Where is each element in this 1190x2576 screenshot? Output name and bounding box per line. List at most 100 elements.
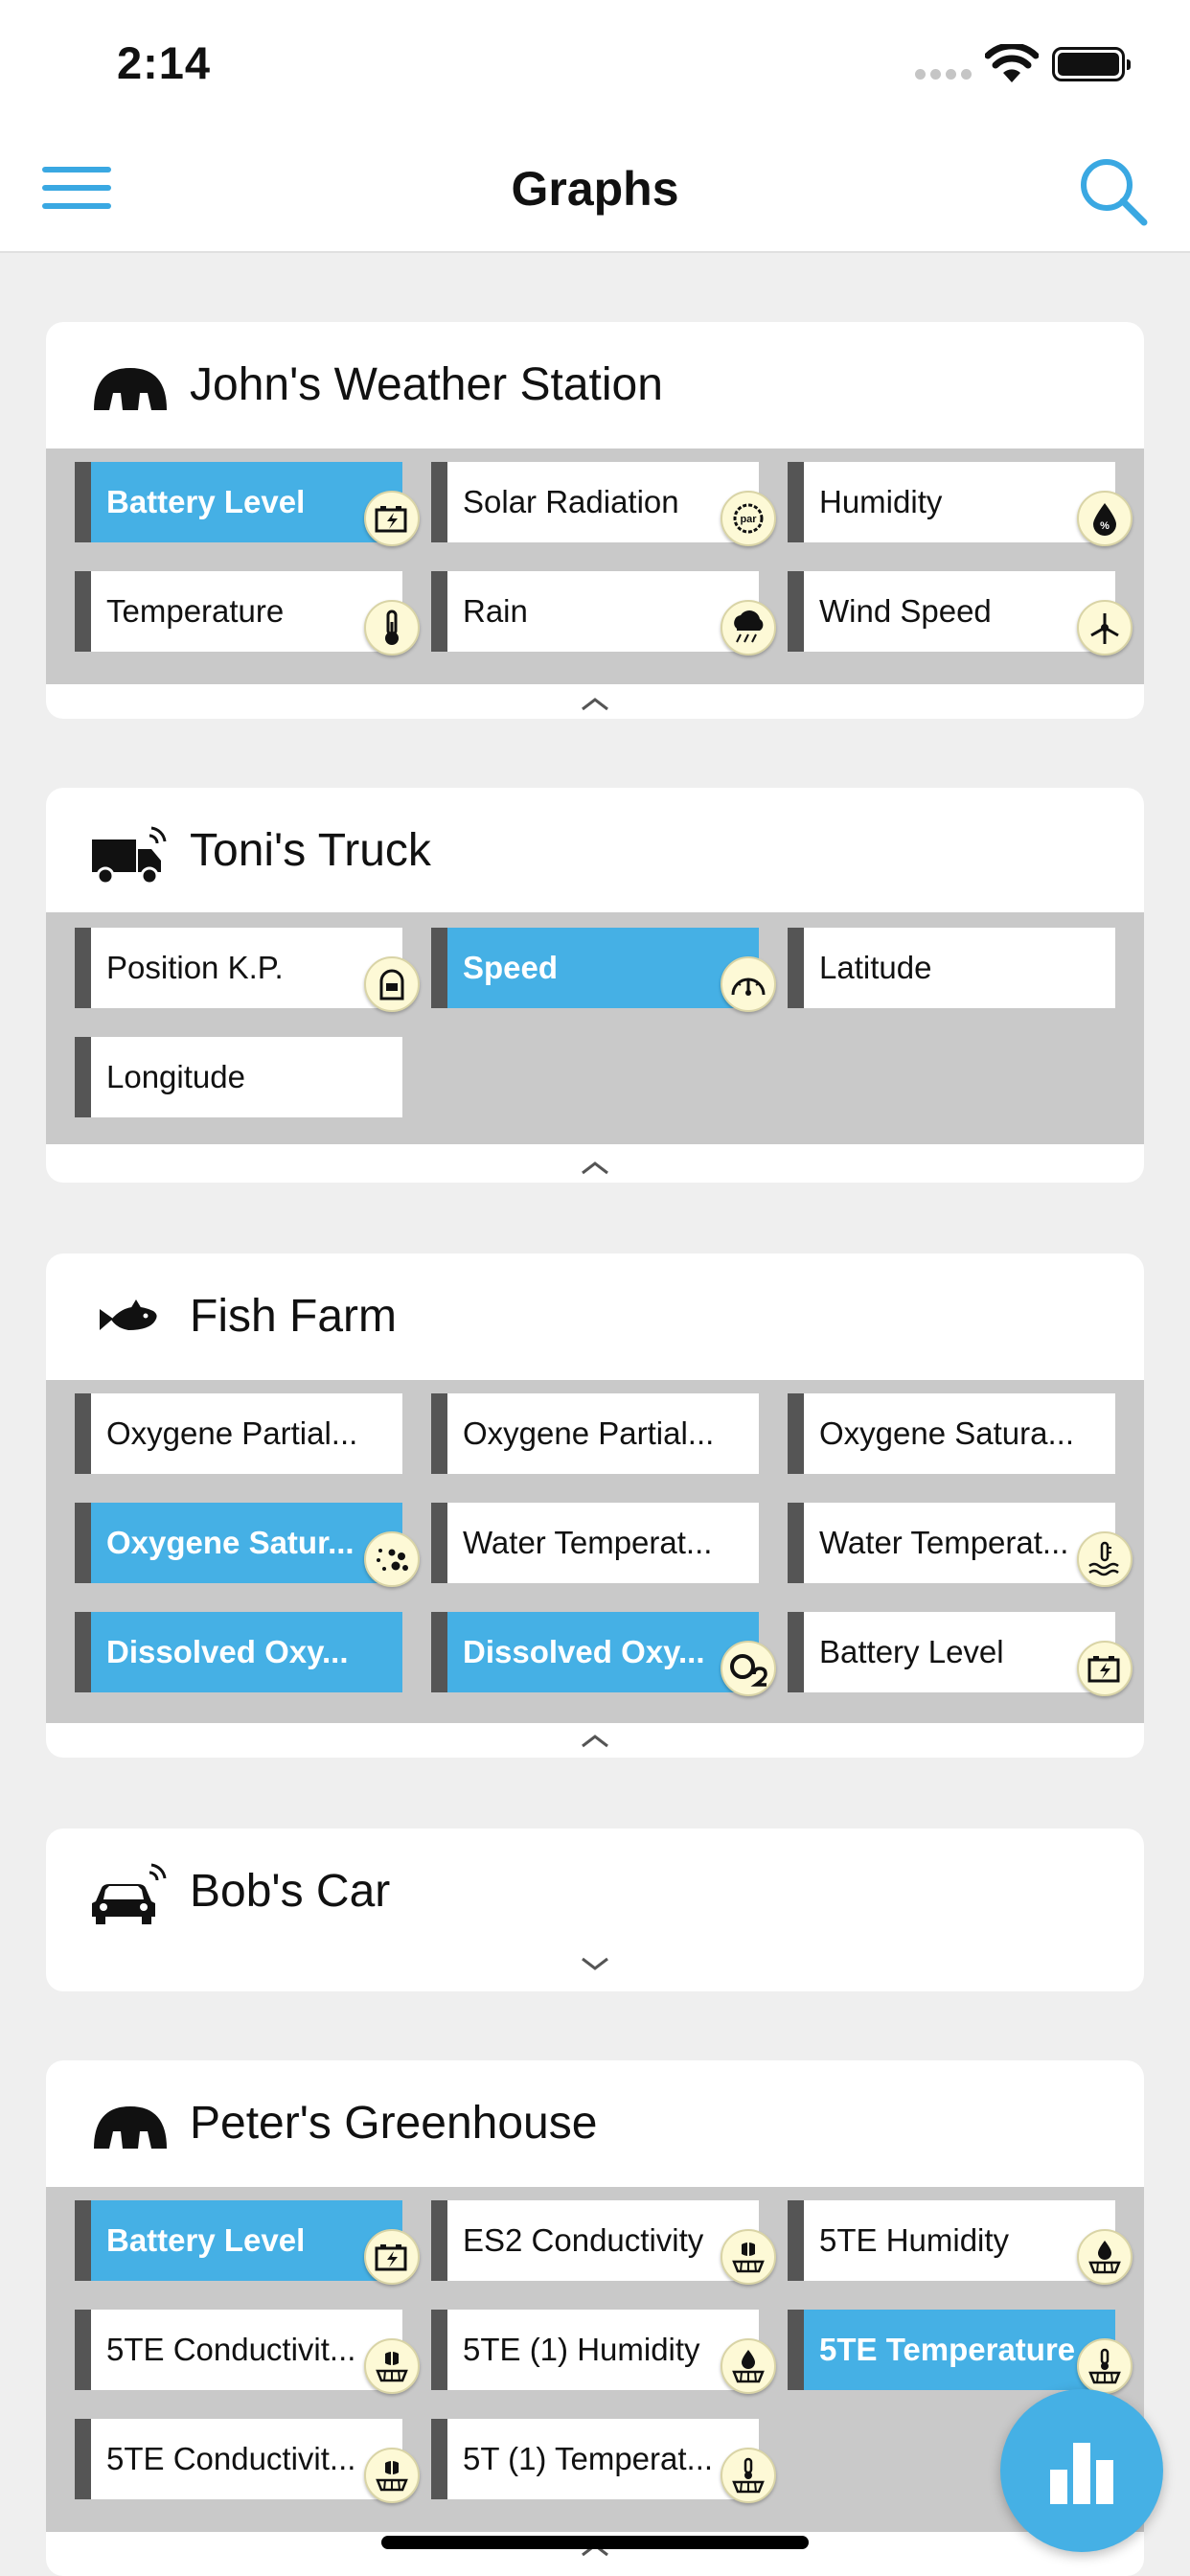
weather-station-icon [94,2106,167,2149]
soil-temperature-icon [721,2448,776,2503]
sensor-label: Battery Level [819,1634,1004,1669]
soil-conductivity-icon [364,2448,420,2503]
device-card: Fish Farm Oxygene Partial... Oxygene Par… [46,1254,1144,1758]
sensor-label: 5TE Temperature [819,2332,1076,2367]
soil-humidity-icon [721,2338,776,2394]
sensor-label: Oxygene Satura... [819,1415,1074,1451]
sensor-tile[interactable]: Position K.P. [75,928,420,1012]
sensor-grid: Oxygene Partial... Oxygene Partial... Ox… [46,1380,1144,1723]
sensor-tile[interactable]: Oxygene Satur... [75,1503,420,1587]
sensor-label: 5TE (1) Humidity [463,2332,700,2367]
sensor-tile[interactable]: Oxygene Partial... [431,1393,759,1474]
collapse-chevron-icon[interactable] [563,1727,627,1754]
sensor-label: 5TE Conductivit... [106,2332,356,2367]
sensor-tile[interactable]: 5T (1) Temperat... [431,2419,776,2503]
battery-status-icon [1052,47,1131,81]
sensor-tile[interactable]: Rain [431,571,776,656]
sensor-label: Latitude [819,950,932,985]
sensor-tile[interactable]: Water Temperat... [788,1503,1133,1587]
device-header[interactable]: Fish Farm [46,1254,1144,1380]
sensor-label: Wind Speed [819,593,992,629]
device-header[interactable]: Peter's Greenhouse [46,2060,1144,2187]
sensor-tile[interactable]: Battery Level [788,1612,1133,1696]
device-header[interactable]: Bob's Car [46,1828,1144,1955]
status-bar: 2:14 [0,0,1190,126]
thermometer-icon [364,600,420,656]
truck-icon [92,826,167,886]
sensor-label: 5T (1) Temperat... [463,2441,714,2476]
svg-text:par: par [740,514,757,525]
sensor-tile[interactable]: ES2 Conductivity [431,2200,776,2285]
sensor-label: ES2 Conductivity [463,2222,704,2258]
device-card: Bob's Car [46,1828,1144,1991]
sensor-tile[interactable]: Dissolved Oxy... [75,1612,402,1692]
page-title: Graphs [511,162,679,216]
sensor-tile[interactable]: Longitude [75,1037,402,1117]
device-header[interactable]: John's Weather Station [46,322,1144,448]
par-icon: par [721,491,776,546]
sensor-label: Longitude [106,1059,245,1094]
sensor-tile[interactable]: Oxygene Partial... [75,1393,402,1474]
bubbles-icon [364,1531,420,1587]
status-time: 2:14 [117,37,212,88]
sensor-label: Solar Radiation [463,484,679,519]
sensor-tile[interactable]: Battery Level [75,462,420,546]
device-card: John's Weather Station Battery Level Sol… [46,322,1144,719]
sensor-label: Rain [463,593,528,629]
sensor-tile[interactable]: 5TE (1) Humidity [431,2310,776,2394]
milestone-icon [364,956,420,1012]
device-card: Peter's Greenhouse Battery Level ES2 Con… [46,2060,1144,2576]
sensor-tile[interactable]: Water Temperat... [431,1503,759,1583]
weather-station-icon [94,368,167,410]
sensor-label: Oxygene Partial... [106,1415,358,1451]
sensor-tile[interactable]: 5TE Humidity [788,2200,1133,2285]
fish-icon [100,1300,157,1330]
device-header[interactable]: Toni's Truck [46,788,1144,914]
graph-fab-button[interactable] [1000,2389,1163,2552]
soil-conductivity-icon [721,2229,776,2285]
sensor-label: Oxygene Satur... [106,1525,355,1560]
sensor-label: Humidity [819,484,943,519]
sensor-tile[interactable]: Dissolved Oxy... [431,1612,776,1696]
sensor-label: Speed [463,950,559,985]
svg-text:%: % [1100,520,1110,532]
soil-humidity-icon [1077,2229,1133,2285]
o2-icon [721,1641,776,1696]
device-card: Toni's Truck Position K.P. Speed Latitud… [46,788,1144,1183]
sensor-label: Dissolved Oxy... [106,1634,349,1669]
sensor-tile[interactable]: Battery Level [75,2200,420,2285]
home-indicator [381,2536,809,2549]
collapse-chevron-icon[interactable] [563,690,627,717]
water-temperature-icon [1077,1531,1133,1587]
sensor-label: Battery Level [106,2222,306,2258]
sensor-tile[interactable]: 5TE Conductivit... [75,2419,420,2503]
wind-icon [1077,600,1133,656]
sensor-tile[interactable]: 5TE Conductivit... [75,2310,420,2394]
sensor-label: Battery Level [106,484,306,519]
sensor-grid: Battery Level ES2 Conductivity 5TE Humid… [46,2187,1144,2532]
sensor-label: Water Temperat... [463,1525,713,1560]
sensor-tile[interactable]: Oxygene Satura... [788,1393,1115,1474]
device-name: Toni's Truck [190,825,431,876]
sensor-tile[interactable]: Humidity% [788,462,1133,546]
speedometer-icon [721,956,776,1012]
nav-bar: Graphs [0,126,1190,253]
expand-chevron-icon[interactable] [563,1951,627,1978]
sensor-tile[interactable]: Temperature [75,571,420,656]
sensor-tile[interactable]: Solar Radiation par [431,462,776,546]
sensor-label: Oxygene Partial... [463,1415,715,1451]
soil-temperature-icon [1077,2338,1133,2394]
sensor-tile[interactable]: Wind Speed [788,571,1133,656]
sensor-grid: Battery Level Solar Radiation par Humidit… [46,448,1144,684]
sensor-tile[interactable]: 5TE Temperature [788,2310,1133,2394]
collapse-chevron-icon[interactable] [563,1154,627,1181]
battery-icon [364,491,420,546]
sensor-tile[interactable]: Latitude [788,928,1115,1008]
humidity-icon: % [1077,491,1133,546]
sensor-grid: Position K.P. Speed Latitude Longitude [46,912,1144,1144]
cellular-signal-icon [915,69,973,82]
sensor-tile[interactable]: Speed [431,928,776,1012]
search-icon[interactable] [1077,155,1150,228]
device-name: Peter's Greenhouse [190,2098,598,2149]
sensor-label: Position K.P. [106,950,284,985]
